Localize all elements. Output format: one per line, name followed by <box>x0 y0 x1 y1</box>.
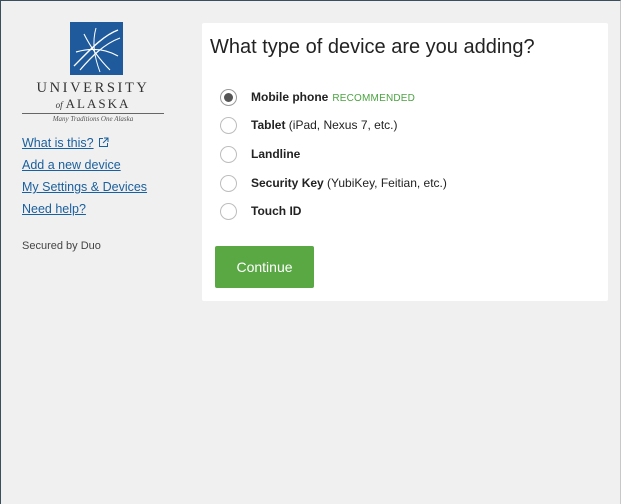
radio-security-key[interactable] <box>220 174 237 192</box>
option-label: Mobile phone <box>251 90 329 104</box>
radio-tablet[interactable] <box>220 116 237 134</box>
university-name: UNIVERSITY <box>36 80 150 96</box>
device-type-card: What type of device are you adding? Mobi… <box>202 23 608 301</box>
add-new-device-link[interactable]: Add a new device <box>22 158 121 172</box>
recommended-badge: RECOMMENDED <box>332 93 416 104</box>
option-touch-id[interactable]: Touch ID <box>220 201 301 221</box>
radio-touch-id[interactable] <box>220 202 237 220</box>
option-touch-id-text: Touch ID <box>251 204 301 218</box>
option-landline[interactable]: Landline <box>220 144 300 164</box>
option-label: Security Key <box>251 176 324 190</box>
radio-landline[interactable] <box>220 145 237 163</box>
what-is-this-label: What is this? <box>22 136 94 150</box>
option-tablet[interactable]: Tablet (iPad, Nexus 7, etc.) <box>220 115 398 135</box>
external-link-icon <box>98 137 109 151</box>
my-settings-devices-link[interactable]: My Settings & Devices <box>22 180 147 194</box>
option-tablet-text: Tablet (iPad, Nexus 7, etc.) <box>251 118 398 132</box>
page-title: What type of device are you adding? <box>210 36 535 58</box>
option-landline-text: Landline <box>251 147 300 161</box>
university-logo-mark <box>70 22 123 75</box>
need-help-link[interactable]: Need help? <box>22 202 86 216</box>
option-security-key[interactable]: Security Key (YubiKey, Feitian, etc.) <box>220 173 447 193</box>
logo-mark-icon <box>73 27 121 73</box>
logo-divider <box>22 113 164 114</box>
radio-mobile-phone[interactable] <box>220 88 237 106</box>
option-mobile-phone-text: Mobile phone RECOMMENDED <box>251 90 415 104</box>
option-label: Landline <box>251 147 301 161</box>
option-detail: (YubiKey, Feitian, etc.) <box>323 176 447 190</box>
university-name-line2: ALASKA <box>65 96 131 111</box>
what-is-this-link[interactable]: What is this? <box>22 136 109 151</box>
university-tagline: Many Traditions One Alaska <box>52 115 134 123</box>
option-label: Tablet <box>251 118 286 132</box>
option-mobile-phone[interactable]: Mobile phone RECOMMENDED <box>220 87 415 107</box>
option-label: Touch ID <box>251 204 302 218</box>
continue-button[interactable]: Continue <box>215 246 314 288</box>
university-name-alaska: of ALASKA <box>22 96 164 112</box>
university-name-of: of <box>55 100 63 110</box>
secured-by-duo: Secured by Duo <box>22 240 101 252</box>
option-detail: (iPad, Nexus 7, etc.) <box>285 118 398 132</box>
option-security-key-text: Security Key (YubiKey, Feitian, etc.) <box>251 176 447 190</box>
